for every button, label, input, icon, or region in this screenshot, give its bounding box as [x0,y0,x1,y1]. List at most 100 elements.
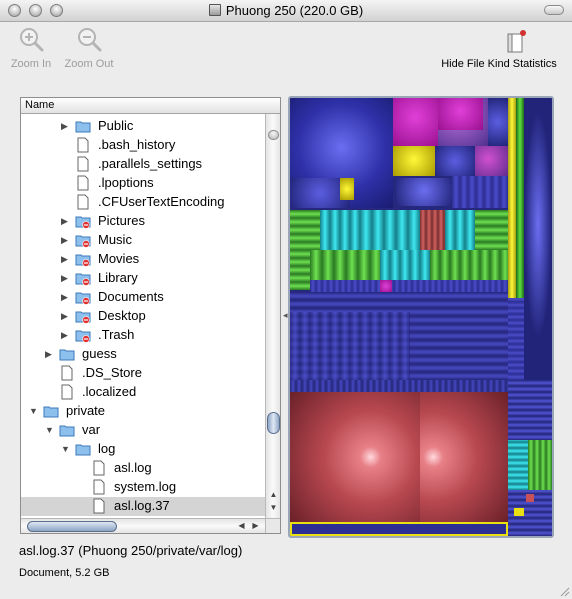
treemap-selected-block[interactable] [290,522,508,536]
treemap-block[interactable] [396,178,452,206]
horizontal-scrollbar[interactable]: ◀ ▶ [21,518,265,533]
treemap-block[interactable] [380,280,392,292]
list-item[interactable]: ▼ var [21,421,265,440]
list-item[interactable]: .parallels_settings [21,155,265,174]
treemap-block[interactable] [488,98,508,146]
list-item[interactable]: ▶ Desktop [21,307,265,326]
treemap-block[interactable] [290,210,320,250]
treemap-block[interactable] [393,146,435,176]
disclosure-triangle-icon[interactable]: ▶ [61,121,71,131]
list-item[interactable]: asl.log [21,459,265,478]
treemap-block[interactable] [290,380,508,392]
list-item[interactable]: ▶ Library [21,269,265,288]
toolbar: Zoom In Zoom Out Hide File Kind Statisti… [0,22,572,76]
disclosure-triangle-expanded-icon[interactable]: ▼ [29,406,39,416]
hide-stats-button[interactable]: Hide File Kind Statistics [434,26,564,70]
treemap-block[interactable] [360,210,420,250]
resize-grip-icon[interactable] [558,585,570,597]
disclosure-triangle-icon[interactable]: ▶ [61,273,71,283]
restricted-folder-icon [75,216,91,229]
list-item-selected[interactable]: asl.log.37 [21,497,265,516]
disclosure-triangle-expanded-icon[interactable]: ▼ [45,425,55,435]
treemap-block[interactable] [430,250,508,280]
disclosure-triangle-icon[interactable]: ▶ [61,311,71,321]
treemap-block[interactable] [475,146,508,178]
disclosure-triangle-icon[interactable]: ▶ [45,349,55,359]
list-item[interactable]: .DS_Store [21,364,265,383]
treemap-block[interactable] [438,98,483,130]
list-item[interactable]: ▶ Documents [21,288,265,307]
hide-stats-label: Hide File Kind Statistics [441,58,557,70]
disclosure-triangle-icon[interactable]: ▶ [61,235,71,245]
treemap-block[interactable] [526,494,534,502]
treemap-block[interactable] [380,250,430,280]
scroll-right-arrow-icon[interactable]: ▶ [250,521,261,532]
treemap-block[interactable] [508,98,516,298]
list-item-label: var [82,422,101,437]
treemap-block[interactable] [475,210,508,250]
list-item[interactable]: ▶ Public [21,117,265,136]
disk-icon [208,4,221,16]
zoom-out-button[interactable]: Zoom Out [60,26,118,70]
document-icon [77,194,89,210]
title-bar: Phuong 250 (220.0 GB) [0,0,572,22]
list-item[interactable]: ▼ log [21,440,265,459]
disclosure-triangle-icon[interactable]: ▶ [61,330,71,340]
list-item[interactable]: ▶ Music [21,231,265,250]
treemap-block[interactable] [420,210,445,250]
scroll-up-arrow-icon[interactable]: ▲ [268,490,279,501]
zoom-in-button[interactable]: Zoom In [6,26,56,70]
treemap-block[interactable] [516,98,524,298]
treemap-block[interactable] [393,98,438,146]
list-item[interactable]: system.log [21,478,265,497]
treemap-block[interactable] [420,392,508,522]
treemap-block[interactable] [514,508,524,516]
treemap-block[interactable] [524,98,552,380]
disclosure-triangle-expanded-icon[interactable]: ▼ [61,444,71,454]
treemap-block[interactable] [320,210,360,250]
zoom-out-label: Zoom Out [64,58,114,70]
list-item[interactable]: ▶ Movies [21,250,265,269]
disk-treemap[interactable] [288,96,554,538]
list-item[interactable]: ▶ Pictures [21,212,265,231]
list-item[interactable]: ▶ .Trash [21,326,265,345]
disclosure-triangle-icon[interactable]: ▶ [61,292,71,302]
disclosure-triangle-icon[interactable]: ▶ [61,254,71,264]
toolbar-toggle-button[interactable] [544,5,564,15]
document-icon [77,175,89,191]
disclosure-triangle-icon[interactable]: ▶ [61,216,71,226]
list-item[interactable]: .lpoptions [21,174,265,193]
list-item[interactable]: .localized [21,383,265,402]
list-item-label: .parallels_settings [98,156,203,171]
horizontal-scroll-thumb[interactable] [27,521,117,532]
treemap-block[interactable] [310,250,380,280]
vertical-scrollbar[interactable]: ▲ ▼ [265,114,280,518]
list-item-label: guess [82,346,117,361]
treemap-block[interactable] [290,312,410,380]
treemap-block[interactable] [452,176,508,208]
scroll-thumb-top[interactable] [268,130,279,140]
file-outline-view[interactable]: Name ▶ Public .bash_history .parallels_s… [20,97,281,534]
treemap-block[interactable] [290,250,310,290]
scroll-down-arrow-icon[interactable]: ▼ [268,503,279,514]
treemap-block[interactable] [508,298,524,380]
vertical-scroll-thumb[interactable] [267,412,280,434]
list-item[interactable]: .bash_history [21,136,265,155]
treemap-block[interactable] [508,380,552,440]
treemap-block[interactable] [290,392,420,522]
treemap-block[interactable] [435,146,475,176]
treemap-block[interactable] [508,440,528,490]
list-item[interactable]: ▶ guess [21,345,265,364]
column-header-name[interactable]: Name [21,98,280,114]
window-title-wrap: Phuong 250 (220.0 GB) [0,3,572,18]
scroll-left-arrow-icon[interactable]: ◀ [236,521,247,532]
treemap-block[interactable] [528,440,552,490]
treemap-block[interactable] [445,210,475,250]
list-item[interactable]: .CFUserTextEncoding [21,193,265,212]
treemap-block[interactable] [340,178,354,200]
list-item-label: .Trash [98,327,135,342]
folder-icon [75,444,91,456]
list-item[interactable]: ▼ private [21,402,265,421]
split-view-divider[interactable]: ◂ [283,310,288,320]
treemap-block[interactable] [310,280,508,292]
